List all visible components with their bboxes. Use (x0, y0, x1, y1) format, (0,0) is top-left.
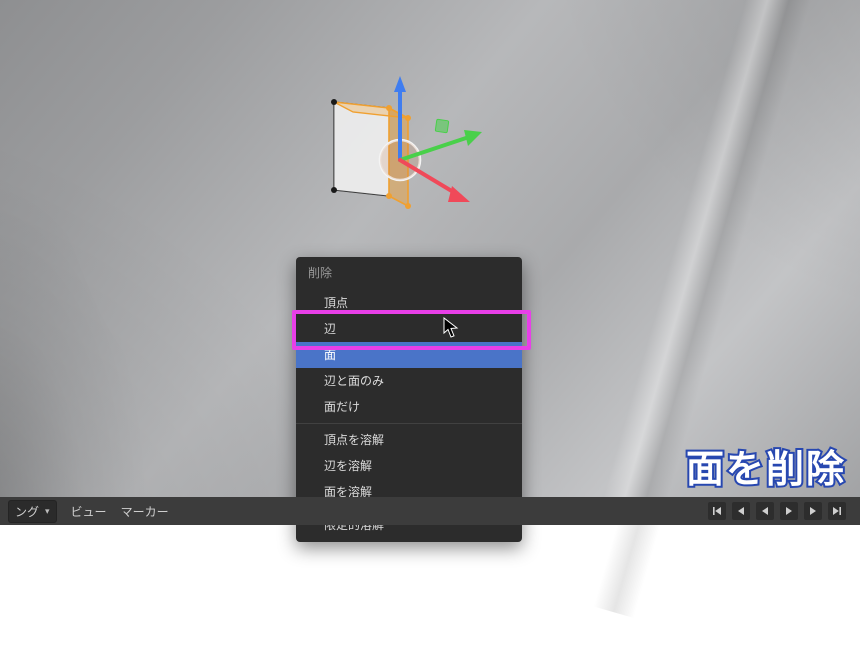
tutorial-caption: 面を削除 (686, 451, 846, 489)
toolbar-dropdown-label: ング (15, 503, 39, 520)
chevron-down-icon: ▾ (45, 506, 50, 517)
viewport-3d[interactable]: 削除 頂点 辺 面 辺と面のみ 面だけ 頂点を溶解 辺を溶解 面を溶解 限定的溶… (0, 0, 860, 525)
toolbar-marker-menu[interactable]: マーカー (121, 503, 169, 520)
menu-item-only-edges-faces[interactable]: 辺と面のみ (296, 368, 522, 394)
play-reverse-button[interactable] (756, 502, 774, 520)
menu-item-edges[interactable]: 辺 (296, 316, 522, 342)
menu-item-faces[interactable]: 面 (296, 342, 522, 368)
menu-separator (296, 423, 522, 424)
jump-start-button[interactable] (708, 502, 726, 520)
jump-end-button[interactable] (828, 502, 846, 520)
transform-gizmo[interactable] (312, 78, 502, 258)
timeline-toolbar: ング ▾ ビュー マーカー (0, 497, 860, 525)
delete-menu-title: 削除 (296, 257, 522, 290)
toolbar-dropdown[interactable]: ング ▾ (8, 500, 57, 523)
play-button[interactable] (780, 502, 798, 520)
playback-controls (708, 502, 846, 520)
menu-item-dissolve-edges[interactable]: 辺を溶解 (296, 453, 522, 479)
menu-item-dissolve-vertices[interactable]: 頂点を溶解 (296, 427, 522, 453)
gizmo-x-axis[interactable] (400, 160, 470, 202)
toolbar-view-menu[interactable]: ビュー (71, 503, 107, 520)
menu-item-vertices[interactable]: 頂点 (296, 290, 522, 316)
gizmo-plane-handle[interactable] (435, 119, 449, 133)
next-keyframe-button[interactable] (804, 502, 822, 520)
menu-item-only-faces[interactable]: 面だけ (296, 394, 522, 420)
prev-keyframe-button[interactable] (732, 502, 750, 520)
